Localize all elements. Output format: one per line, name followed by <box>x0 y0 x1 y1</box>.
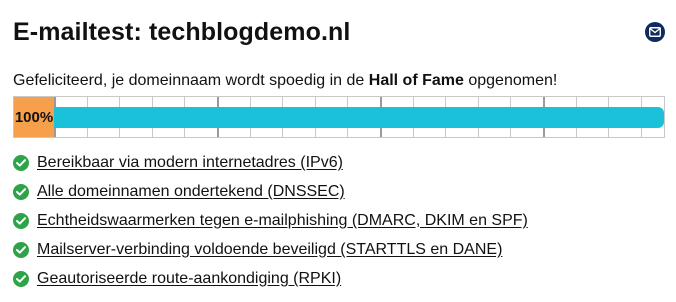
result-link[interactable]: Echtheidswaarmerken tegen e-mailphishing… <box>37 212 528 230</box>
congrats-prefix: Gefeliciteerd, je domeinnaam wordt spoed… <box>13 72 369 89</box>
result-link[interactable]: Geautoriseerde route-aankondiging (RPKI) <box>37 270 341 288</box>
result-item: Mailserver-verbinding voldoende beveilig… <box>13 235 665 264</box>
result-item: Bereikbaar via modern internetadres (IPv… <box>13 148 665 177</box>
congratulations-message: Gefeliciteerd, je domeinnaam wordt spoed… <box>13 70 665 92</box>
check-circle-icon <box>13 183 29 200</box>
test-results-list: Bereikbaar via modern internetadres (IPv… <box>13 148 665 293</box>
result-item: Echtheidswaarmerken tegen e-mailphishing… <box>13 206 665 235</box>
result-link[interactable]: Alle domeinnamen ondertekend (DNSSEC) <box>37 183 345 201</box>
page-title: E-mailtest: techblogdemo.nl <box>13 18 351 46</box>
result-item: Geautoriseerde route-aankondiging (RPKI) <box>13 264 665 293</box>
progress-fill <box>54 107 664 128</box>
envelope-icon[interactable] <box>645 22 665 42</box>
test-result-panel: E-mailtest: techblogdemo.nl Gefeliciteer… <box>13 14 665 293</box>
check-circle-icon <box>13 241 29 258</box>
score-percentage: 100% <box>14 97 54 137</box>
result-item: Alle domeinnamen ondertekend (DNSSEC) <box>13 177 665 206</box>
congrats-suffix: opgenomen! <box>463 72 558 89</box>
result-link[interactable]: Bereikbaar via modern internetadres (IPv… <box>37 154 343 172</box>
check-circle-icon <box>13 212 29 229</box>
hall-of-fame-label: Hall of Fame <box>368 72 464 89</box>
result-link[interactable]: Mailserver-verbinding voldoende beveilig… <box>37 241 502 259</box>
check-circle-icon <box>13 154 29 171</box>
check-circle-icon <box>13 270 29 287</box>
header: E-mailtest: techblogdemo.nl <box>13 14 665 50</box>
score-progress-bar: 100% <box>13 96 665 138</box>
